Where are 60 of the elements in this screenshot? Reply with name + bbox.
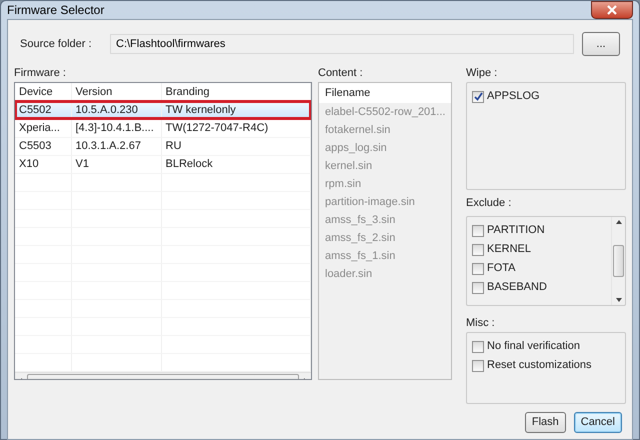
file-item: partition-image.sin xyxy=(324,195,416,210)
file-item: fotakernel.sin xyxy=(324,123,392,138)
file-item: kernel.sin xyxy=(324,159,374,174)
scroll-down-icon[interactable] xyxy=(614,297,622,303)
source-folder-field[interactable]: C:\Flashtool\firmwares xyxy=(110,34,574,54)
checkbox[interactable] xyxy=(472,282,484,294)
checkbox[interactable] xyxy=(472,244,484,256)
section-label: Firmware : xyxy=(14,66,67,81)
column-header[interactable]: Version xyxy=(76,86,112,98)
section-label: Content : xyxy=(318,66,364,81)
cancel-button[interactable]: Cancel xyxy=(574,412,622,433)
vertical-scrollbar[interactable] xyxy=(611,217,625,305)
file-item: elabel-C5502-row_201... xyxy=(324,105,446,120)
checkbox[interactable] xyxy=(472,224,484,236)
checkbox[interactable] xyxy=(472,340,484,352)
browse-button[interactable]: ... xyxy=(582,32,620,56)
table-cell: TW(1272-7047-R4C) xyxy=(161,119,310,137)
checkbox-label: BASEBAND xyxy=(487,280,547,296)
column-header[interactable]: Device xyxy=(19,86,53,98)
checkbox-label: KERNEL xyxy=(487,242,532,258)
window-title: Firmware Selector xyxy=(7,2,104,19)
close-icon xyxy=(607,5,617,15)
checkbox[interactable] xyxy=(472,360,484,372)
table-cell: RU xyxy=(161,137,310,155)
scroll-up-icon[interactable] xyxy=(614,219,622,225)
checkbox[interactable] xyxy=(472,90,484,102)
table-cell: 10.3.1.A.2.67 xyxy=(71,137,161,155)
section-label: Wipe : xyxy=(466,66,498,81)
checkbox-label: Reset customizations xyxy=(487,358,592,374)
checkbox[interactable] xyxy=(472,262,484,274)
table-cell: [4.3]-10.4.1.B.... xyxy=(71,119,161,137)
section-label: Misc : xyxy=(466,316,496,331)
table-cell: Xperia... xyxy=(15,119,71,137)
checkbox-label: PARTITION xyxy=(487,223,545,238)
column-header[interactable]: Branding xyxy=(166,86,210,98)
file-item: amss_fs_2.sin xyxy=(324,231,396,246)
checkbox-label: FOTA xyxy=(487,261,516,276)
file-item: amss_fs_3.sin xyxy=(324,213,396,228)
section-label: Exclude : xyxy=(466,196,512,211)
table-cell: BLRelock xyxy=(161,155,310,173)
table-cell: 10.5.A.0.230 xyxy=(71,101,161,119)
file-item: apps_log.sin xyxy=(324,141,388,156)
firmware-row[interactable]: Xperia... [4.3]-10.4.1.B.... TW(1272-7047-R4C) xyxy=(15,119,310,137)
checkbox-label: APPSLOG xyxy=(487,89,540,104)
file-item: amss_fs_1.sin xyxy=(324,249,396,264)
table-cell: C5503 xyxy=(15,137,71,155)
firmware-row[interactable]: C5502 10.5.A.0.230 TW kernelonly xyxy=(15,101,310,119)
file-item: rpm.sin xyxy=(324,177,362,192)
checkbox-label: No final verification xyxy=(487,339,580,354)
firmware-row[interactable]: C5503 10.3.1.A.2.67 RU xyxy=(15,137,310,155)
firmware-row[interactable]: X10 V1 BLRelock xyxy=(15,155,310,173)
column-header[interactable]: Filename xyxy=(319,83,451,103)
table-cell: V1 xyxy=(71,155,161,173)
flash-button[interactable]: Flash xyxy=(524,412,566,433)
table-cell: C5502 xyxy=(15,101,71,119)
file-item: loader.sin xyxy=(324,267,374,282)
table-cell: TW kernelonly xyxy=(161,101,310,119)
source-folder-label: Source folder : xyxy=(20,36,93,52)
table-cell: X10 xyxy=(15,155,71,173)
close-button[interactable] xyxy=(591,1,633,19)
